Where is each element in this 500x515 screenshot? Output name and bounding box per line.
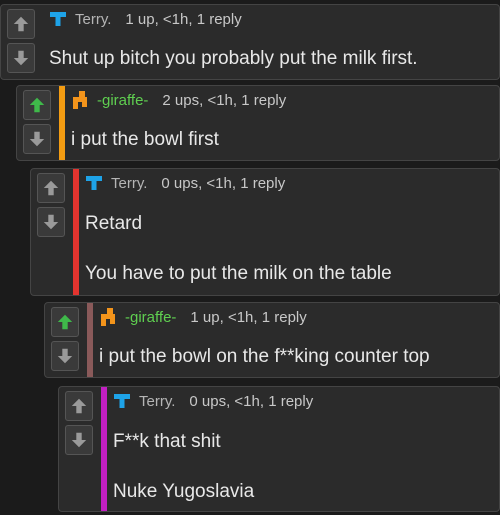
- upvote-button[interactable]: [7, 9, 35, 39]
- comment-stats: 1 up, <1h, 1 reply: [125, 10, 242, 28]
- down-arrow-icon: [29, 131, 45, 147]
- comment-content: Terry. 0 ups, <1h, 1 reply F**k that shi…: [113, 387, 491, 511]
- comment-text: Shut up bitch you probably put the milk …: [49, 48, 418, 69]
- comment-stats: 0 ups, <1h, 1 reply: [189, 392, 314, 410]
- vote-column: [17, 86, 57, 154]
- up-arrow-icon: [13, 16, 29, 32]
- comment-2: -giraffe- 2 ups, <1h, 1 reply i put the …: [16, 85, 500, 161]
- comment-text: Retard: [85, 213, 143, 234]
- comment-stats: 2 ups, <1h, 1 reply: [162, 91, 287, 109]
- t-letter-icon: [50, 12, 66, 26]
- down-arrow-icon: [13, 50, 29, 66]
- username[interactable]: Terry.: [75, 11, 111, 28]
- orange-pixel-icon: [101, 308, 115, 326]
- downvote-button[interactable]: [23, 124, 51, 154]
- orange-pixel-icon: [73, 91, 87, 109]
- downvote-button[interactable]: [51, 341, 79, 371]
- comment-meta: Terry. 1 up, <1h, 1 reply: [49, 5, 491, 33]
- comment-content: -giraffe- 2 ups, <1h, 1 reply i put the …: [71, 86, 491, 160]
- comment-text: Nuke Yugoslavia: [113, 481, 255, 502]
- comment-5: Terry. 0 ups, <1h, 1 reply F**k that shi…: [58, 386, 500, 512]
- t-letter-icon: [114, 394, 130, 408]
- vote-column: [31, 169, 71, 237]
- downvote-button[interactable]: [65, 425, 93, 455]
- comment-1: Terry. 1 up, <1h, 1 reply Shut up bitch …: [0, 4, 500, 80]
- downvote-button[interactable]: [7, 43, 35, 73]
- upvote-button[interactable]: [65, 391, 93, 421]
- thread-bar: [87, 303, 93, 377]
- up-arrow-icon: [71, 398, 87, 414]
- comment-text: F**k that shit: [113, 431, 221, 452]
- username[interactable]: -giraffe-: [97, 92, 148, 109]
- thread-bar: [73, 169, 79, 295]
- comment-stats: 1 up, <1h, 1 reply: [190, 308, 307, 326]
- comment-4: -giraffe- 1 up, <1h, 1 reply i put the b…: [44, 302, 500, 378]
- vote-column: [59, 387, 99, 455]
- down-arrow-icon: [43, 214, 59, 230]
- up-arrow-icon: [43, 180, 59, 196]
- down-arrow-icon: [57, 348, 73, 364]
- thread-bar: [101, 387, 107, 511]
- up-arrow-icon: [57, 314, 73, 330]
- vote-column: [45, 303, 85, 371]
- comment-text: i put the bowl first: [71, 129, 219, 150]
- comment-stats: 0 ups, <1h, 1 reply: [161, 174, 286, 192]
- comment-content: Terry. 0 ups, <1h, 1 reply Retard You ha…: [85, 169, 491, 295]
- downvote-button[interactable]: [37, 207, 65, 237]
- comment-text: You have to put the milk on the table: [85, 263, 392, 284]
- username[interactable]: Terry.: [139, 393, 175, 410]
- up-arrow-icon: [29, 97, 45, 113]
- comment-content: -giraffe- 1 up, <1h, 1 reply i put the b…: [99, 303, 491, 377]
- down-arrow-icon: [71, 432, 87, 448]
- comment-meta: -giraffe- 2 ups, <1h, 1 reply: [71, 86, 491, 114]
- upvote-button[interactable]: [23, 90, 51, 120]
- t-letter-icon: [86, 176, 102, 190]
- comment-meta: Terry. 0 ups, <1h, 1 reply: [85, 169, 491, 197]
- username[interactable]: Terry.: [111, 175, 147, 192]
- upvote-button[interactable]: [37, 173, 65, 203]
- comment-3: Terry. 0 ups, <1h, 1 reply Retard You ha…: [30, 168, 500, 296]
- comment-content: Terry. 1 up, <1h, 1 reply Shut up bitch …: [49, 5, 491, 79]
- vote-column: [1, 5, 41, 73]
- comment-meta: -giraffe- 1 up, <1h, 1 reply: [99, 303, 491, 331]
- comment-text: i put the bowl on the f**king counter to…: [99, 346, 430, 367]
- username[interactable]: -giraffe-: [125, 309, 176, 326]
- comment-meta: Terry. 0 ups, <1h, 1 reply: [113, 387, 491, 415]
- thread-bar: [59, 86, 65, 160]
- upvote-button[interactable]: [51, 307, 79, 337]
